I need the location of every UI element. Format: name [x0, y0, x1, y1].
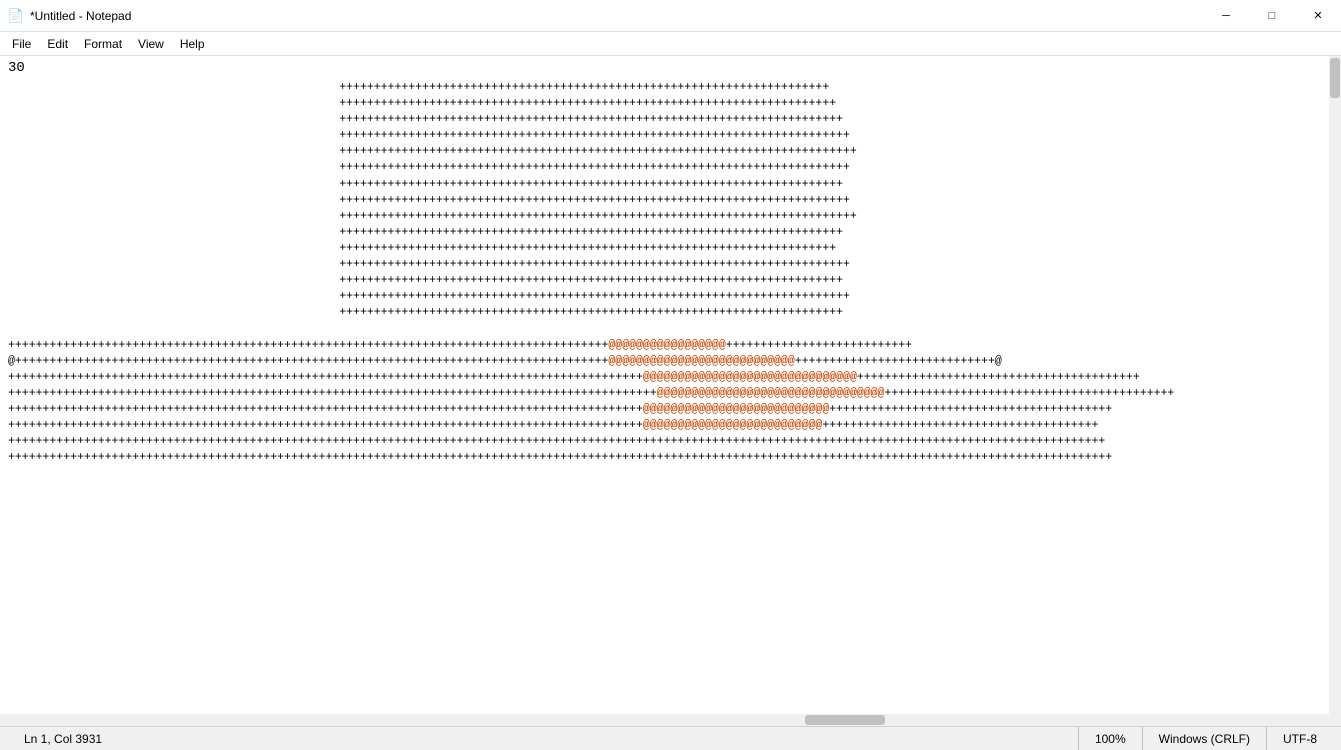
vertical-scrollbar[interactable] — [1329, 56, 1341, 714]
notepad-icon: 📄 — [8, 8, 24, 24]
status-encoding: UTF-8 — [1266, 727, 1333, 750]
mixed-line: @+++++++++++++++++++++++++++++++++++++++… — [8, 354, 1333, 370]
plus-line: ++++++++++++++++++++++++++++++++++++++++… — [8, 144, 1333, 160]
at-chars: @@@@@@@@@@@@@@@@@@@@@@@@@@@ — [643, 403, 829, 416]
close-button[interactable]: ✕ — [1295, 0, 1341, 32]
encoding-text: UTF-8 — [1283, 732, 1317, 746]
mixed-line: ++++++++++++++++++++++++++++++++++++++++… — [8, 386, 1333, 402]
status-bar: Ln 1, Col 3931 100% Windows (CRLF) UTF-8 — [0, 726, 1341, 750]
zoom-text: 100% — [1095, 732, 1126, 746]
title-bar: 📄 *Untitled - Notepad ─ □ ✕ — [0, 0, 1341, 32]
at-chars: @@@@@@@@@@@@@@@@@@@@@@@@@@@ — [608, 355, 794, 368]
menu-view[interactable]: View — [130, 32, 172, 56]
scroll-thumb[interactable] — [1330, 58, 1340, 98]
at-chars: @@@@@@@@@@@@@@@@@ — [608, 339, 725, 352]
plus-line: ++++++++++++++++++++++++++++++++++++++++… — [8, 128, 1333, 144]
menu-help[interactable]: Help — [172, 32, 213, 56]
status-zoom: 100% — [1078, 727, 1142, 750]
maximize-button[interactable]: □ — [1249, 0, 1295, 32]
plus-line: ++++++++++++++++++++++++++++++++++++++++… — [8, 193, 1333, 209]
menu-format[interactable]: Format — [76, 32, 130, 56]
plus-line: ++++++++++++++++++++++++++++++++++++++++… — [8, 80, 1333, 96]
plus-line: ++++++++++++++++++++++++++++++++++++++++… — [8, 305, 1333, 321]
mixed-line: ++++++++++++++++++++++++++++++++++++++++… — [8, 450, 1333, 466]
plus-line: ++++++++++++++++++++++++++++++++++++++++… — [8, 289, 1333, 305]
status-position: Ln 1, Col 3931 — [8, 727, 1078, 750]
editor[interactable]: ++++++++++++++++++++++++++++++++++++++++… — [0, 76, 1341, 714]
plus-line: ++++++++++++++++++++++++++++++++++++++++… — [8, 112, 1333, 128]
mixed-line: ++++++++++++++++++++++++++++++++++++++++… — [8, 402, 1333, 418]
plus-line: ++++++++++++++++++++++++++++++++++++++++… — [8, 177, 1333, 193]
position-text: Ln 1, Col 3931 — [24, 732, 102, 746]
title-text: *Untitled - Notepad — [30, 9, 131, 23]
content-area: 30 +++++++++++++++++++++++++++++++++++++… — [0, 56, 1341, 714]
menu-file[interactable]: File — [4, 32, 39, 56]
plus-line: ++++++++++++++++++++++++++++++++++++++++… — [8, 96, 1333, 112]
first-line: 30 — [0, 56, 1341, 76]
mixed-line: ++++++++++++++++++++++++++++++++++++++++… — [8, 434, 1333, 450]
mixed-line: ++++++++++++++++++++++++++++++++++++++++… — [8, 418, 1333, 434]
h-scroll-thumb[interactable] — [805, 715, 885, 725]
mixed-line: ++++++++++++++++++++++++++++++++++++++++… — [8, 338, 1333, 354]
plus-line: ++++++++++++++++++++++++++++++++++++++++… — [8, 160, 1333, 176]
plus-line: ++++++++++++++++++++++++++++++++++++++++… — [8, 241, 1333, 257]
plus-line: ++++++++++++++++++++++++++++++++++++++++… — [8, 273, 1333, 289]
plus-line: ++++++++++++++++++++++++++++++++++++++++… — [8, 257, 1333, 273]
at-chars: @@@@@@@@@@@@@@@@@@@@@@@@@@@@@@@ — [643, 371, 857, 384]
title-bar-left: 📄 *Untitled - Notepad — [8, 8, 131, 24]
menu-edit[interactable]: Edit — [39, 32, 76, 56]
horizontal-scrollbar[interactable] — [0, 714, 1341, 726]
plus-line: ++++++++++++++++++++++++++++++++++++++++… — [8, 225, 1333, 241]
line-ending-text: Windows (CRLF) — [1159, 732, 1250, 746]
minimize-button[interactable]: ─ — [1203, 0, 1249, 32]
at-chars: @@@@@@@@@@@@@@@@@@@@@@@@@@ — [643, 419, 822, 432]
title-bar-controls: ─ □ ✕ — [1203, 0, 1341, 32]
plus-line: ++++++++++++++++++++++++++++++++++++++++… — [8, 209, 1333, 225]
at-chars: @@@@@@@@@@@@@@@@@@@@@@@@@@@@@@@@@ — [657, 387, 885, 400]
status-line-ending: Windows (CRLF) — [1142, 727, 1266, 750]
mixed-line: ++++++++++++++++++++++++++++++++++++++++… — [8, 370, 1333, 386]
menu-bar: File Edit Format View Help — [0, 32, 1341, 56]
